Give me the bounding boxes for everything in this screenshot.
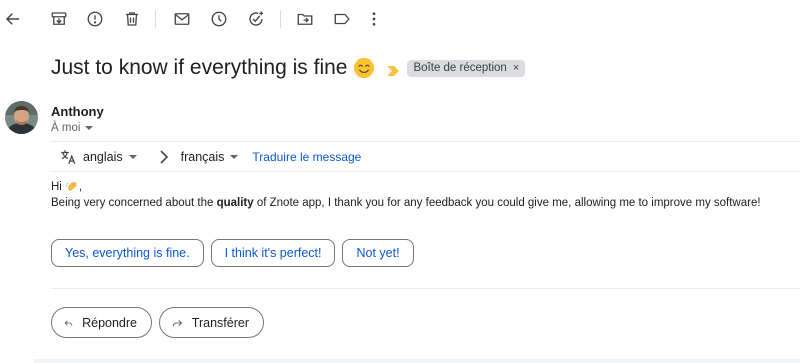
smiling-face-emoji-icon (353, 57, 375, 79)
target-language-select[interactable]: français (181, 150, 239, 164)
remove-label-icon[interactable]: × (513, 62, 519, 74)
forward-icon (172, 319, 183, 326)
body-paragraph: Being very concerned about the quality o… (51, 195, 761, 211)
translate-message-link[interactable]: Traduire le message (252, 150, 361, 164)
label-icon[interactable] (331, 8, 353, 30)
label-chip-text: Boîte de réception (413, 62, 507, 74)
chevron-right-icon (159, 149, 169, 164)
translate-bar: anglais français Traduire le message (51, 141, 800, 172)
forward-button[interactable]: Transférer (159, 307, 264, 338)
toolbar-divider (155, 10, 156, 28)
importance-marker-icon[interactable] (387, 63, 400, 76)
move-to-icon[interactable] (294, 8, 316, 30)
divider (51, 288, 800, 289)
add-task-icon[interactable] (245, 8, 267, 30)
forward-label: Transférer (191, 315, 249, 330)
smart-reply-button[interactable]: I think it's perfect! (210, 239, 336, 267)
body-text-bold: quality (216, 197, 254, 209)
reply-button[interactable]: Répondre (51, 307, 152, 338)
body-text-part: Being very concerned about the (51, 197, 217, 209)
more-options-icon[interactable] (363, 8, 385, 30)
chevron-down-icon (85, 126, 94, 130)
archive-icon[interactable] (48, 8, 70, 30)
source-language-select[interactable]: anglais (83, 150, 137, 164)
smart-reply-button[interactable]: Not yet! (342, 239, 414, 267)
reply-icon (64, 319, 73, 326)
toolbar (0, 0, 800, 38)
reply-label: Répondre (82, 315, 137, 330)
report-spam-icon[interactable] (84, 8, 106, 30)
body-text-part: of Znote app, I thank you for any feedba… (253, 197, 761, 209)
translate-icon (59, 148, 77, 166)
subject-row: Just to know if everything is fine Boîte… (51, 54, 526, 82)
chevron-down-icon (230, 154, 239, 159)
label-chip-inbox: Boîte de réception × (407, 59, 526, 77)
back-arrow-icon[interactable] (2, 8, 24, 30)
target-language-value: français (180, 149, 225, 164)
message-actions: Répondre Transférer (51, 307, 264, 338)
message-body: Hi , Being very concerned about the qual… (51, 179, 761, 211)
chevron-down-icon (128, 154, 137, 159)
greeting-line: Hi , (51, 179, 761, 195)
greeting-comma: , (78, 181, 83, 193)
mark-unread-icon[interactable] (171, 8, 193, 30)
sender-name[interactable]: Anthony (51, 104, 104, 119)
email-subject: Just to know if everything is fine (51, 56, 348, 79)
smart-replies: Yes, everything is fine. I think it's pe… (51, 239, 414, 267)
delete-icon[interactable] (121, 8, 143, 30)
snooze-icon[interactable] (208, 8, 230, 30)
avatar[interactable] (5, 101, 38, 134)
source-language-value: anglais (83, 149, 123, 164)
waving-hand-emoji-icon (65, 180, 79, 194)
recipient-details[interactable]: À moi (51, 122, 94, 134)
recipient-label: À moi (51, 122, 81, 134)
toolbar-divider (280, 10, 281, 28)
bottom-edge (34, 359, 800, 363)
greeting-text: Hi (51, 181, 62, 193)
smart-reply-button[interactable]: Yes, everything is fine. (51, 239, 204, 267)
